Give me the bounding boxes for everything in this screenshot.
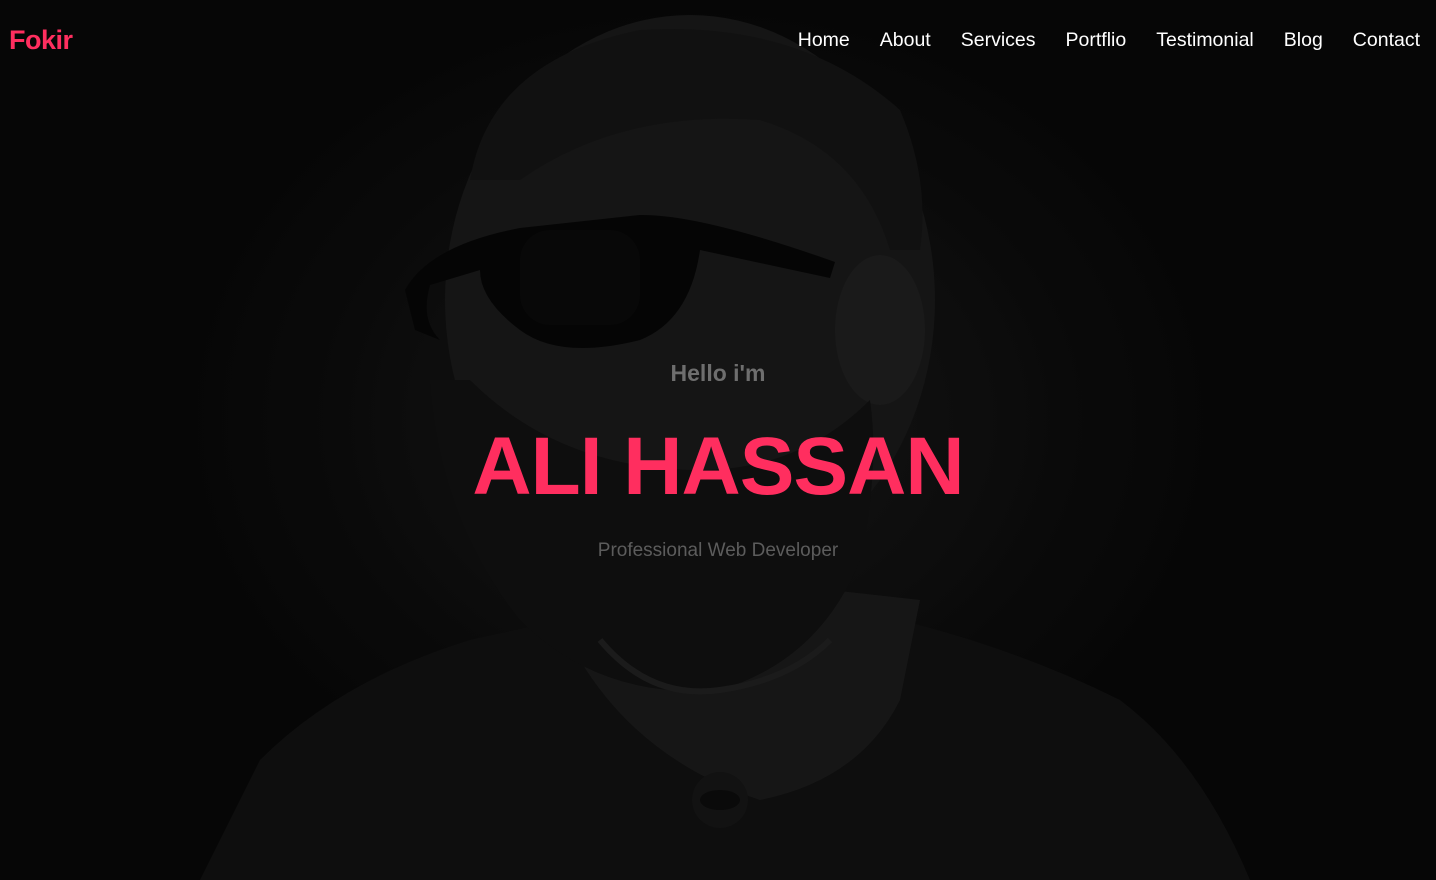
top-navbar: Fokir Home About Services Portflio Testi… xyxy=(0,0,1436,80)
nav-link-contact[interactable]: Contact xyxy=(1353,29,1420,51)
nav-item-home: Home xyxy=(798,29,850,52)
nav-link-services[interactable]: Services xyxy=(961,29,1036,51)
nav-item-portfolio: Portflio xyxy=(1066,29,1127,52)
hero-section: Fokir Home About Services Portflio Testi… xyxy=(0,0,1436,880)
nav-link-blog[interactable]: Blog xyxy=(1284,29,1323,51)
nav-item-testimonial: Testimonial xyxy=(1156,29,1254,52)
nav-link-about[interactable]: About xyxy=(880,29,931,51)
hero-name: ALI HASSAN xyxy=(472,421,964,512)
nav-item-blog: Blog xyxy=(1284,29,1323,52)
nav-link-home[interactable]: Home xyxy=(798,29,850,51)
hero-greeting: Hello i'm xyxy=(670,360,766,386)
nav-item-services: Services xyxy=(961,29,1036,52)
nav-item-about: About xyxy=(880,29,931,52)
nav-link-testimonial[interactable]: Testimonial xyxy=(1156,29,1254,51)
hero-subtitle: Professional Web Developer xyxy=(597,540,839,561)
site-logo[interactable]: Fokir xyxy=(9,25,73,56)
nav-link-portfolio[interactable]: Portflio xyxy=(1066,29,1127,51)
nav-item-contact: Contact xyxy=(1353,29,1420,52)
nav-links: Home About Services Portflio Testimonial… xyxy=(798,29,1420,52)
